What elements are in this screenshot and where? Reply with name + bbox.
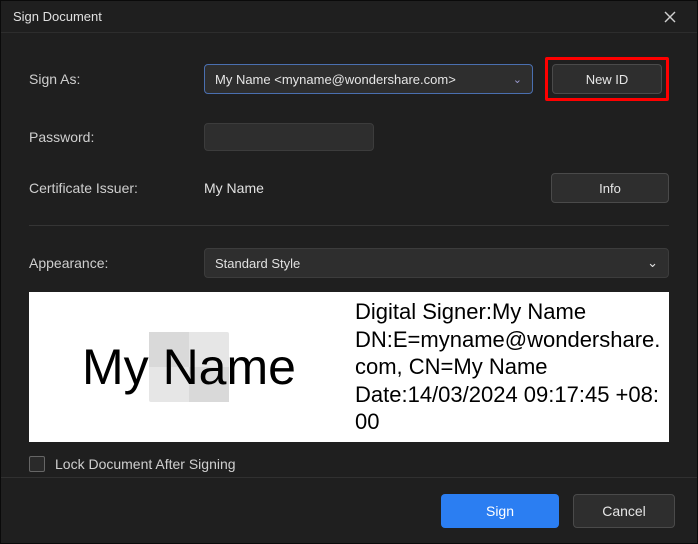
signature-preview-name-area: My Name [29,292,349,442]
titlebar: Sign Document [1,1,697,33]
new-id-button[interactable]: New ID [552,64,662,94]
info-button[interactable]: Info [551,173,669,203]
divider [29,225,669,226]
window-title: Sign Document [13,9,102,24]
signature-signer-line: Digital Signer:My Name [355,298,663,326]
sign-as-label: Sign As: [29,71,204,87]
sign-as-selected: My Name <myname@wondershare.com> [215,72,456,87]
dialog-body: Sign As: My Name <myname@wondershare.com… [1,33,697,477]
chevron-down-icon: ⌄ [647,255,658,271]
password-input[interactable] [204,123,374,151]
sign-as-dropdown[interactable]: My Name <myname@wondershare.com> ⌄ [204,64,533,94]
signature-preview: My Name Digital Signer:My Name DN:E=myna… [29,292,669,442]
cancel-button[interactable]: Cancel [573,494,675,528]
signature-date-line: Date:14/03/2024 09:17:45 +08:00 [355,381,663,436]
new-id-highlight: New ID [545,57,669,101]
dialog-footer: Sign Cancel [1,477,697,543]
password-label: Password: [29,129,204,145]
appearance-label: Appearance: [29,255,204,271]
appearance-selected: Standard Style [215,256,300,271]
signature-details: Digital Signer:My Name DN:E=myname@wonde… [349,292,669,442]
signature-dn-line: DN:E=myname@wondershare.com, CN=My Name [355,326,663,381]
sign-button[interactable]: Sign [441,494,559,528]
close-icon[interactable] [655,2,685,32]
chevron-down-icon: ⌄ [513,73,522,86]
cert-issuer-label: Certificate Issuer: [29,180,204,196]
signature-name: My Name [82,338,296,396]
sign-document-dialog: Sign Document Sign As: My Name <myname@w… [0,0,698,544]
cert-issuer-value: My Name [204,180,264,196]
lock-checkbox[interactable] [29,456,45,472]
lock-label: Lock Document After Signing [55,456,236,472]
appearance-dropdown[interactable]: Standard Style ⌄ [204,248,669,278]
